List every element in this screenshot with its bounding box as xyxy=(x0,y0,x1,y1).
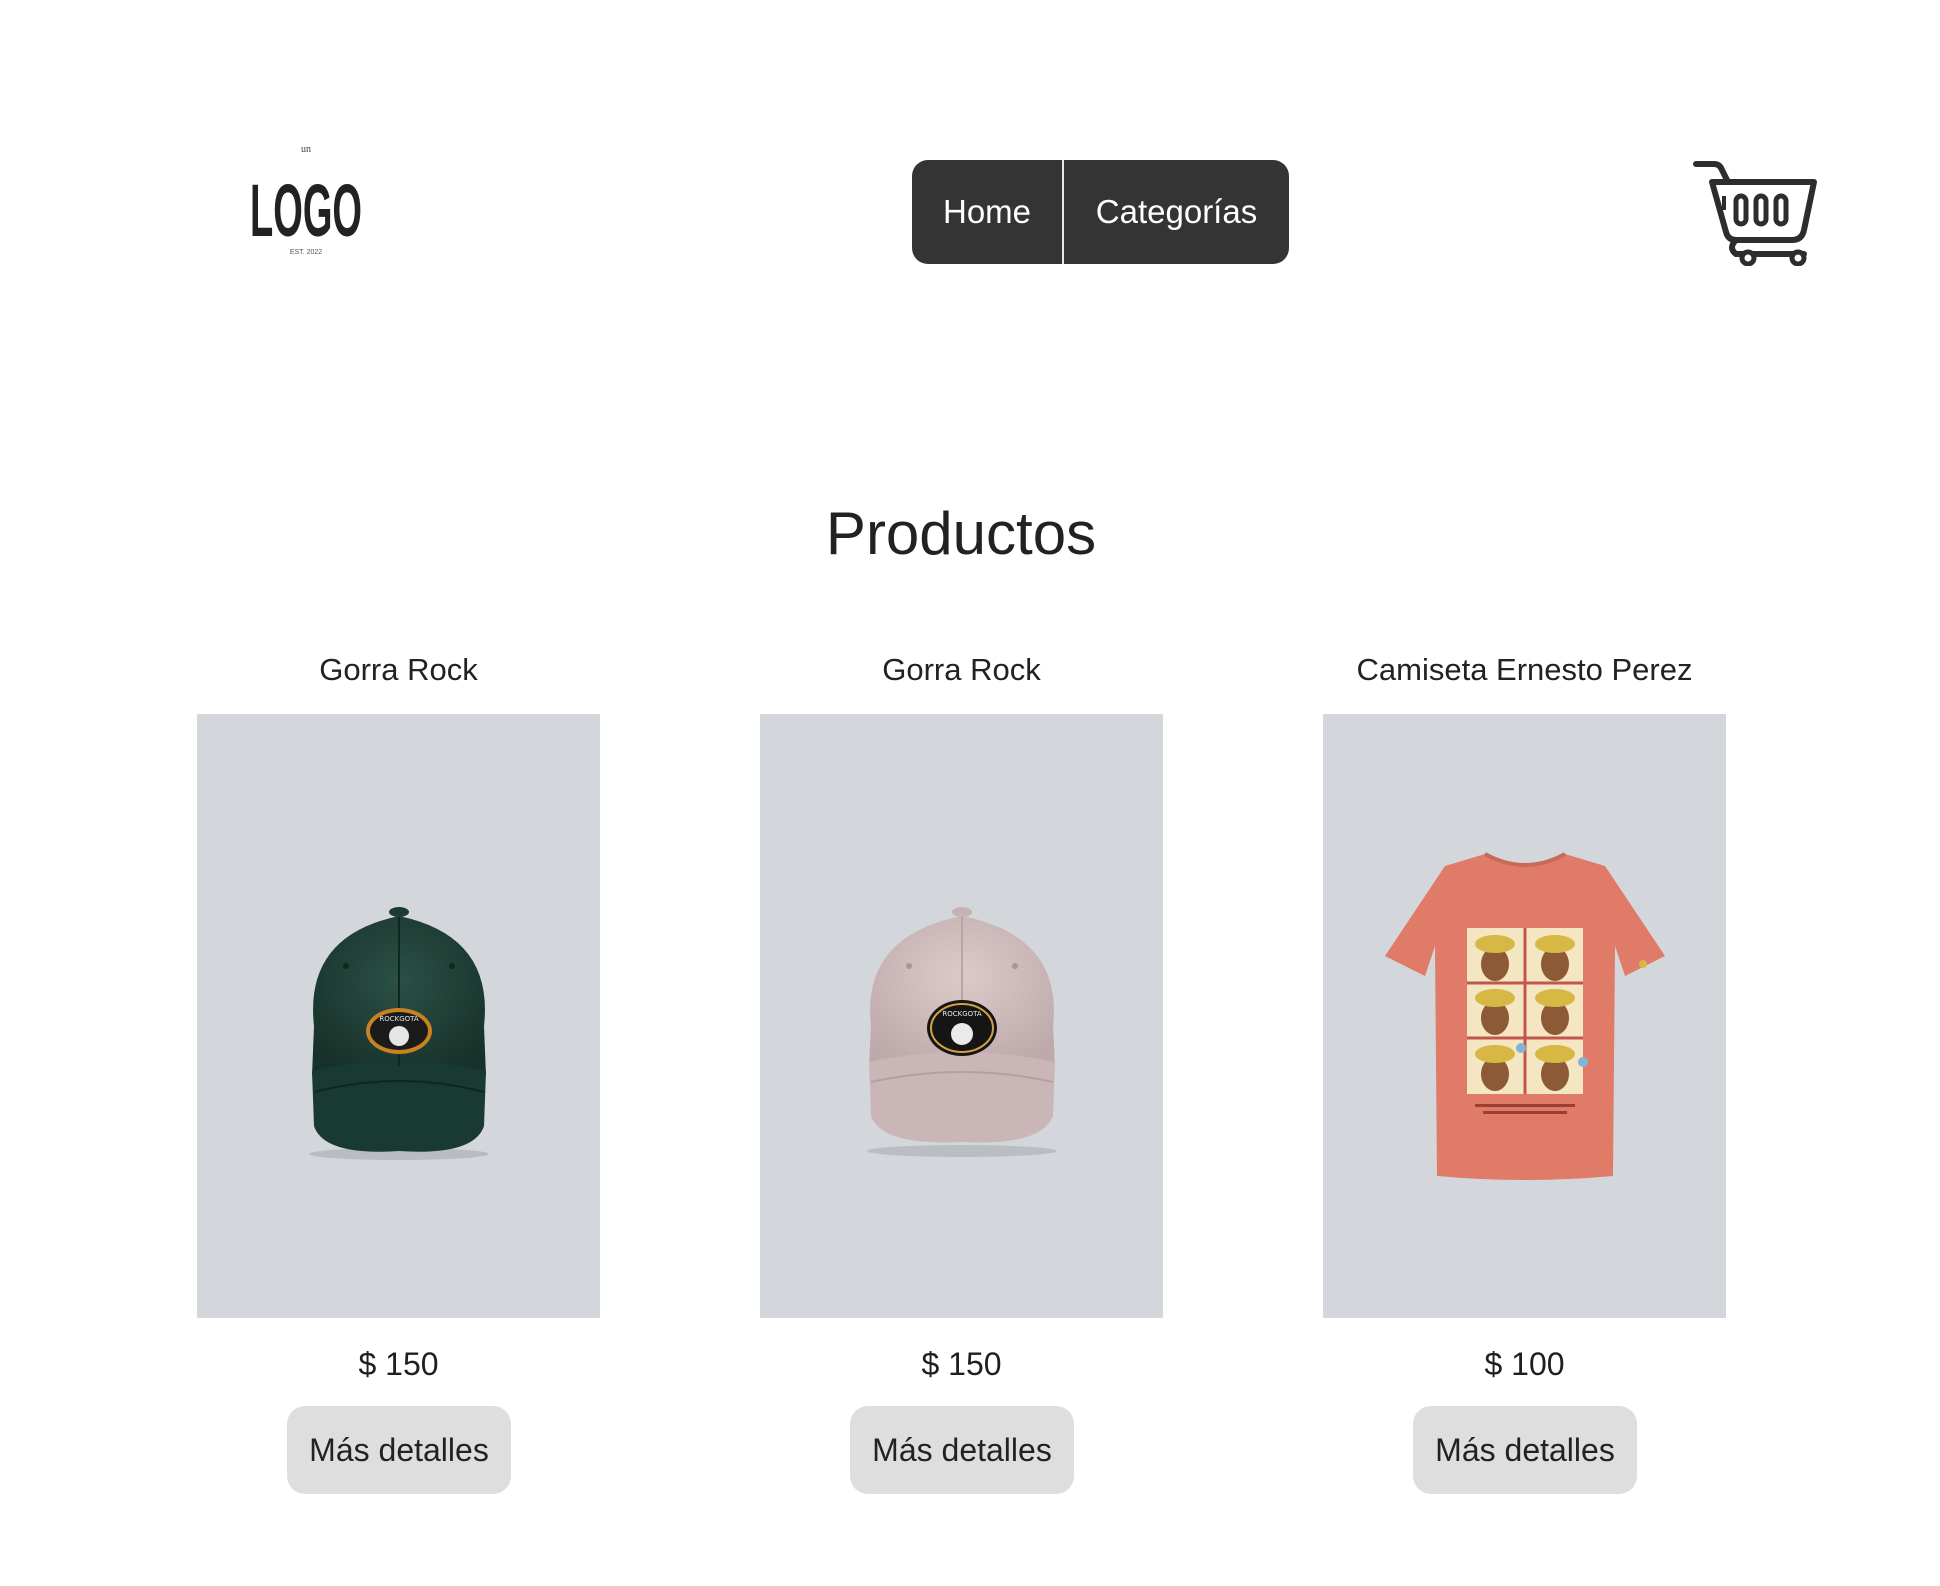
product-card: Gorra Rock ROCKGOTA $ 150 Más detalles xyxy=(760,648,1163,1494)
more-details-button[interactable]: Más detalles xyxy=(287,1406,511,1494)
logo-graphic: un LOGO EST. 2022 xyxy=(250,144,362,256)
brand-logo[interactable]: un LOGO EST. 2022 xyxy=(250,142,370,262)
product-name: Camiseta Ernesto Perez xyxy=(1356,652,1693,687)
logo-main-text: LOGO xyxy=(250,169,362,252)
nav-categories-link[interactable]: Categorías xyxy=(1064,160,1289,264)
nav-home-link[interactable]: Home xyxy=(912,160,1064,264)
more-details-button[interactable]: Más detalles xyxy=(1413,1406,1637,1494)
coral-tshirt-image xyxy=(1384,852,1665,1180)
product-card: Camiseta Ernesto Perez $ 100 Más detalle… xyxy=(1323,648,1726,1494)
shopping-cart-icon[interactable] xyxy=(1692,156,1820,267)
product-image[interactable] xyxy=(1323,714,1726,1318)
page-title: Productos xyxy=(825,500,1097,567)
product-card: Gorra Rock ROCKGOTA $ 150 Más detalles xyxy=(197,648,600,1494)
pink-cap-image: ROCKGOTA xyxy=(866,907,1057,1157)
product-name: Gorra Rock xyxy=(882,652,1041,687)
product-price: $ 100 xyxy=(1484,1346,1565,1382)
product-image[interactable]: ROCKGOTA xyxy=(760,714,1163,1318)
more-details-button[interactable]: Más detalles xyxy=(850,1406,1074,1494)
logo-top-text: un xyxy=(301,144,311,155)
main-nav: Home Categorías xyxy=(912,160,1289,264)
product-name: Gorra Rock xyxy=(319,652,478,687)
product-price: $ 150 xyxy=(358,1346,439,1382)
product-price: $ 150 xyxy=(921,1346,1002,1382)
product-image[interactable]: ROCKGOTA xyxy=(197,714,600,1318)
svg-text:ROCKGOTA: ROCKGOTA xyxy=(942,1010,982,1018)
logo-bottom-text: EST. 2022 xyxy=(290,249,322,256)
svg-text:ROCKGOTA: ROCKGOTA xyxy=(379,1015,419,1023)
green-cap-image: ROCKGOTA xyxy=(308,907,489,1160)
